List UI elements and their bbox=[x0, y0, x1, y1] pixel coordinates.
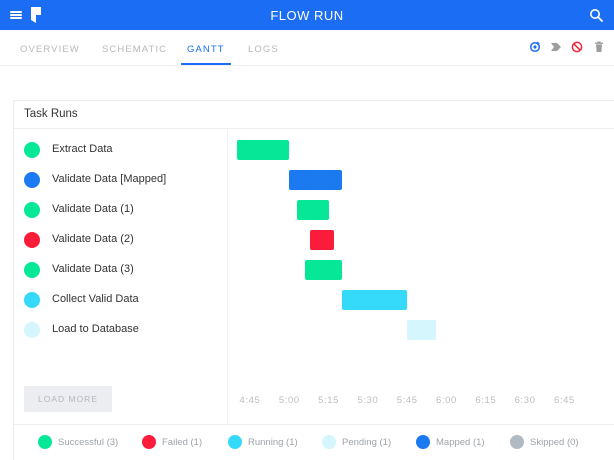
gantt-bar[interactable] bbox=[289, 170, 342, 190]
gantt-bar[interactable] bbox=[297, 200, 329, 220]
card-title: Task Runs bbox=[24, 108, 78, 120]
card-header-divider bbox=[14, 128, 614, 129]
task-state-dot bbox=[24, 262, 40, 278]
search-icon[interactable] bbox=[589, 8, 603, 22]
legend-label: Running (1) bbox=[248, 437, 298, 448]
legend-divider bbox=[14, 424, 614, 425]
legend-dot bbox=[38, 435, 52, 449]
column-divider bbox=[227, 129, 228, 425]
legend-label: Mapped (1) bbox=[436, 437, 485, 448]
restart-icon[interactable] bbox=[529, 41, 541, 53]
task-state-dot bbox=[24, 292, 40, 308]
task-name: Validate Data (2) bbox=[52, 233, 134, 245]
time-tick-label: 5:30 bbox=[357, 395, 379, 406]
time-tick-label: 5:15 bbox=[318, 395, 340, 406]
tab-overview[interactable]: OVERVIEW bbox=[20, 44, 80, 55]
gantt-bar[interactable] bbox=[407, 320, 436, 340]
gantt-bar[interactable] bbox=[236, 140, 290, 160]
tab-logs[interactable]: LOGS bbox=[248, 44, 279, 55]
time-tick-label: 5:45 bbox=[396, 395, 418, 406]
time-tick-label: 4:45 bbox=[239, 395, 261, 406]
load-more-button[interactable]: LOAD MORE bbox=[24, 386, 112, 412]
tab-gantt[interactable]: GANTT bbox=[187, 44, 225, 55]
task-name: Validate Data (1) bbox=[52, 203, 134, 215]
task-name: Validate Data (3) bbox=[52, 263, 134, 275]
legend-dot bbox=[228, 435, 242, 449]
legend-dot bbox=[510, 435, 524, 449]
cancel-icon[interactable] bbox=[571, 41, 583, 53]
gantt-bar[interactable] bbox=[305, 260, 342, 280]
time-tick-label: 6:30 bbox=[514, 395, 536, 406]
tab-schematic[interactable]: SCHEMATIC bbox=[102, 44, 167, 55]
task-state-dot bbox=[24, 172, 40, 188]
legend-label: Pending (1) bbox=[342, 437, 392, 448]
active-tab-indicator bbox=[181, 63, 231, 65]
gantt-bar[interactable] bbox=[310, 230, 334, 250]
task-name: Collect Valid Data bbox=[52, 293, 139, 305]
legend-dot bbox=[142, 435, 156, 449]
task-state-dot bbox=[24, 322, 40, 338]
time-tick-label: 6:45 bbox=[553, 395, 575, 406]
legend-dot bbox=[322, 435, 336, 449]
task-name: Validate Data [Mapped] bbox=[52, 173, 167, 185]
time-tick-label: 5:00 bbox=[278, 395, 300, 406]
tab-bar: OVERVIEW SCHEMATIC GANTT LOGS bbox=[0, 30, 614, 66]
task-name: Extract Data bbox=[52, 143, 113, 155]
time-tick-label: 6:15 bbox=[475, 395, 497, 406]
task-state-dot bbox=[24, 142, 40, 158]
resume-icon[interactable] bbox=[550, 41, 562, 53]
top-app-bar: FLOW RUN bbox=[0, 0, 614, 30]
task-name: Load to Database bbox=[52, 323, 139, 335]
page-title: FLOW RUN bbox=[270, 8, 344, 23]
legend-dot bbox=[416, 435, 430, 449]
gantt-bar[interactable] bbox=[341, 290, 408, 310]
legend-label: Successful (3) bbox=[58, 437, 119, 448]
task-state-dot bbox=[24, 232, 40, 248]
legend-label: Failed (1) bbox=[162, 437, 203, 448]
delete-icon[interactable] bbox=[593, 41, 605, 53]
legend-label: Skipped (0) bbox=[530, 437, 579, 448]
task-state-dot bbox=[24, 202, 40, 218]
time-tick-label: 6:00 bbox=[436, 395, 457, 406]
